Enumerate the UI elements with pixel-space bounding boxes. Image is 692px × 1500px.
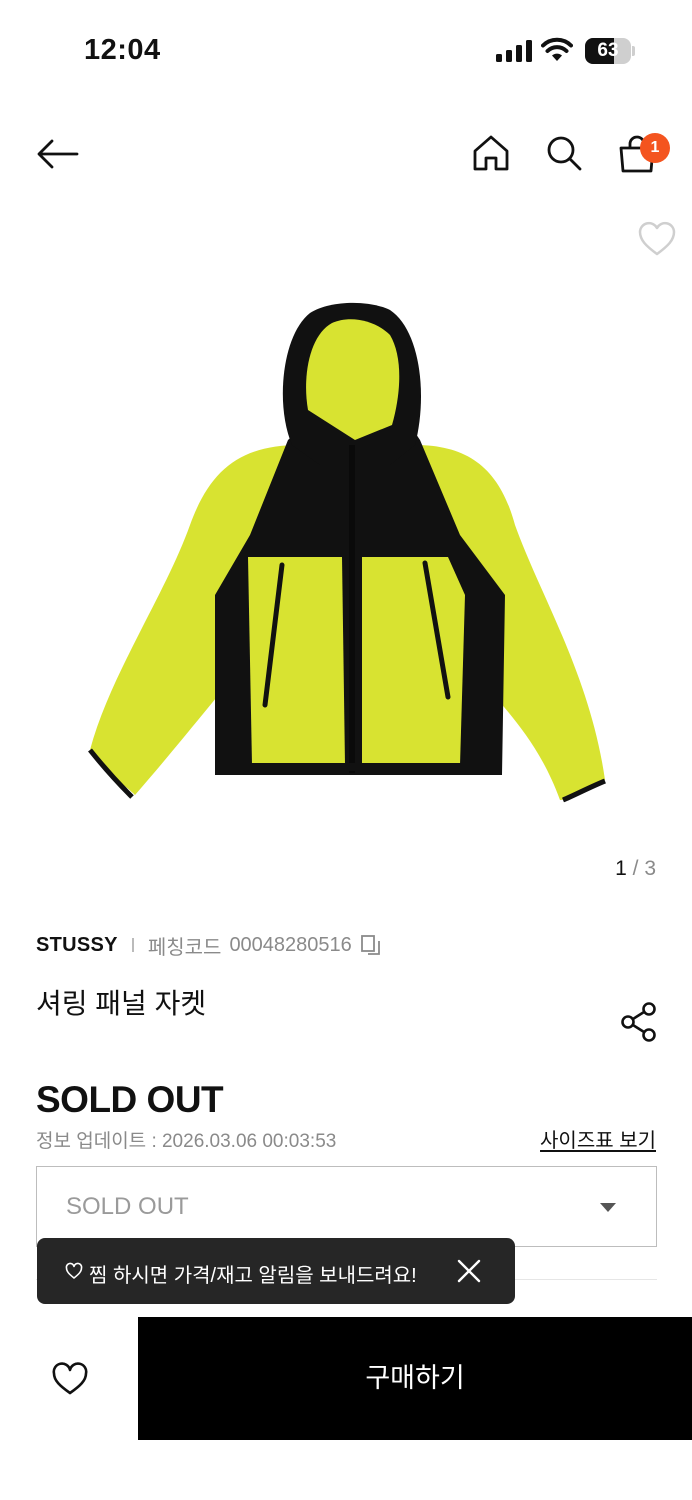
image-counter-current: 1	[615, 857, 627, 880]
wishlist-button[interactable]	[40, 1350, 100, 1408]
caret-down-icon	[600, 1203, 616, 1212]
back-button[interactable]	[34, 132, 82, 176]
image-counter-separator: /	[632, 857, 639, 880]
arrow-left-icon	[37, 139, 79, 169]
size-chart-link[interactable]: 사이즈표 보기	[540, 1124, 656, 1153]
battery-tip	[632, 46, 635, 56]
search-button[interactable]	[541, 130, 587, 176]
price-status: SOLD OUT	[36, 1079, 224, 1120]
product-name: 셔링 패널 자켓	[36, 988, 207, 1019]
divider	[131, 938, 134, 952]
product-code-label: 페칭코드	[147, 936, 222, 959]
brand-row: STUSSY 페칭코드 00048280516	[36, 931, 382, 959]
wifi-icon	[541, 37, 573, 61]
copy-icon[interactable]	[360, 934, 382, 956]
buy-button[interactable]: 구매하기	[138, 1317, 692, 1440]
home-button[interactable]	[468, 130, 514, 176]
status-time: 12:04	[84, 34, 161, 66]
battery-icon: 63	[585, 38, 631, 64]
info-updated-timestamp: 정보 업데이트 : 2026.03.06 00:03:53	[36, 1131, 337, 1152]
toast-message: 찜 하시면 가격/재고 알림을 보내드려요!	[89, 1265, 417, 1287]
product-detail-page: 12:04 63 1 1 / 3 STUSSY 페칭코드 00048280516…	[0, 0, 692, 1500]
option-select-value: SOLD OUT	[66, 1193, 189, 1220]
battery-indicator: 63	[585, 38, 635, 64]
wishlist-toast: 찜 하시면 가격/재고 알림을 보내드려요!	[37, 1238, 515, 1304]
heart-outline-icon	[52, 1362, 88, 1395]
image-counter: 1 / 3	[615, 857, 656, 881]
cellular-signal-icon	[496, 40, 532, 62]
product-image[interactable]	[70, 295, 622, 815]
battery-percent: 63	[597, 40, 619, 61]
home-icon	[473, 135, 509, 171]
product-code-value: 00048280516	[229, 933, 352, 956]
brand-name[interactable]: STUSSY	[36, 934, 118, 957]
heart-outline-icon[interactable]	[636, 218, 678, 258]
close-icon[interactable]	[455, 1257, 483, 1285]
share-icon[interactable]	[619, 1000, 659, 1044]
status-bar: 12:04 63	[0, 0, 692, 100]
image-counter-total: 3	[644, 857, 656, 880]
cart-count-badge: 1	[640, 133, 670, 163]
search-icon	[547, 136, 582, 171]
option-select[interactable]: SOLD OUT	[36, 1166, 657, 1247]
heart-outline-icon	[65, 1262, 83, 1279]
